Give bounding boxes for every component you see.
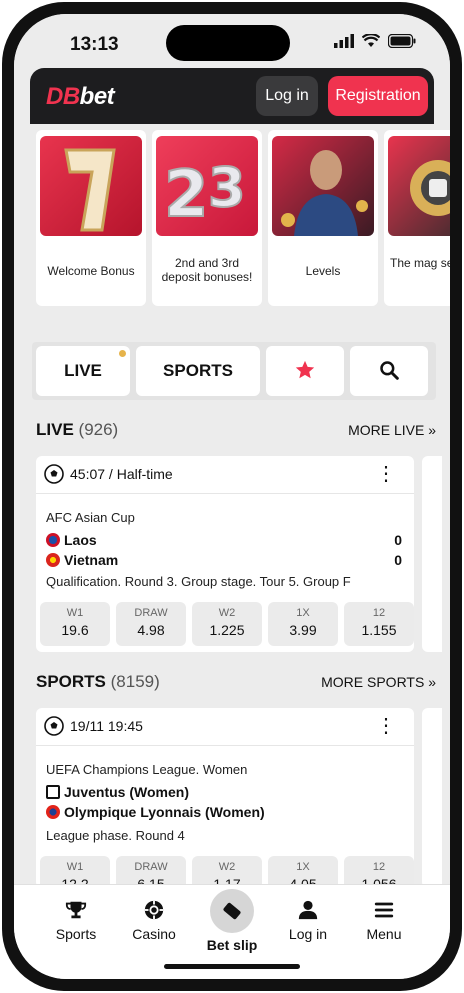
promo-caption: The mag sev <box>390 256 450 270</box>
bet-slip-icon-circle[interactable] <box>210 889 254 933</box>
odd-button[interactable]: DRAW 4.98 <box>116 602 186 646</box>
promo-caption: 2nd and 3rd deposit bonuses! <box>161 256 253 284</box>
promo-card[interactable]: The mag sev <box>384 130 450 306</box>
soccer-ball-icon <box>44 716 64 736</box>
team-logo-icon <box>46 805 60 819</box>
tab-search[interactable] <box>350 346 428 396</box>
event-league: UEFA Champions League. Women <box>46 762 248 777</box>
promo-card[interactable]: 2 3 2nd and 3rd deposit bonuses! <box>152 130 262 306</box>
main-tabs: LIVE SPORTS <box>32 342 436 400</box>
sports-section-title: SPORTS (8159) <box>36 672 160 691</box>
next-event-card-peek[interactable] <box>422 456 442 652</box>
promo-image <box>272 136 374 236</box>
signal-icon <box>334 34 354 48</box>
team-home: Juventus (Women) <box>46 784 189 800</box>
nav-casino[interactable]: Casino <box>124 899 184 942</box>
more-sports-link[interactable]: MORE SPORTS » <box>321 674 436 690</box>
team-flag-icon <box>46 533 60 547</box>
status-time: 13:13 <box>70 34 119 55</box>
sports-event-card[interactable]: 19/11 19:45 ⋮ UEFA Champions League. Wom… <box>36 708 414 900</box>
svg-text:3: 3 <box>208 156 246 219</box>
phone-frame: 13:13 DBbet Log in Registration Welcome … <box>2 2 462 991</box>
dynamic-island <box>166 25 290 61</box>
team-away: Vietnam <box>46 552 118 568</box>
nav-sports[interactable]: Sports <box>46 899 106 942</box>
odd-button[interactable]: 1X 3.99 <box>268 602 338 646</box>
promo-carousel[interactable]: Welcome Bonus 2 3 2nd and 3rd deposit bo… <box>36 130 450 306</box>
event-stage: Qualification. Round 3. Group stage. Tou… <box>46 574 351 589</box>
odd-button[interactable]: W1 19.6 <box>40 602 110 646</box>
wifi-icon <box>362 34 380 47</box>
odd-button[interactable]: W2 1.225 <box>192 602 262 646</box>
score-home: 0 <box>394 532 402 548</box>
odd-button[interactable]: 12 1.155 <box>344 602 414 646</box>
team-home: Laos <box>46 532 97 548</box>
more-live-link[interactable]: MORE LIVE » <box>348 422 436 438</box>
search-icon <box>380 361 399 380</box>
nav-menu[interactable]: Menu <box>354 899 414 942</box>
event-header: 45:07 / Half-time ⋮ <box>36 456 414 494</box>
user-icon <box>298 900 318 920</box>
promo-image <box>388 136 450 236</box>
live-section-title: LIVE (926) <box>36 420 119 439</box>
status-bar: 13:13 <box>14 14 450 66</box>
score-away: 0 <box>394 552 402 568</box>
nav-login[interactable]: Log in <box>278 899 338 942</box>
soccer-ball-icon <box>44 464 64 484</box>
promo-card[interactable]: Levels <box>268 130 378 306</box>
event-datetime: 19/11 19:45 <box>70 718 143 734</box>
promo-card[interactable]: Welcome Bonus <box>36 130 146 306</box>
event-stage: League phase. Round 4 <box>46 828 185 843</box>
promo-image: 2 3 <box>156 136 258 236</box>
live-event-card[interactable]: 45:07 / Half-time ⋮ AFC Asian Cup Laos 0… <box>36 456 414 652</box>
double-chevron-right-icon: » <box>428 674 436 690</box>
more-options-icon[interactable]: ⋮ <box>376 464 396 484</box>
trophy-icon <box>65 901 87 919</box>
live-indicator-dot <box>119 350 126 357</box>
brand-logo[interactable]: DBbet <box>46 83 115 111</box>
battery-icon <box>388 34 416 48</box>
event-header: 19/11 19:45 ⋮ <box>36 708 414 746</box>
double-chevron-right-icon: » <box>428 422 436 438</box>
event-status: 45:07 / Half-time <box>70 466 173 482</box>
promo-caption: Levels <box>305 264 341 278</box>
tab-favorites[interactable] <box>266 346 344 396</box>
event-league: AFC Asian Cup <box>46 510 135 525</box>
odds-row: W1 19.6 DRAW 4.98 W2 1.225 1X 3.99 12 1.155 <box>40 602 414 646</box>
hamburger-menu-icon <box>374 902 394 918</box>
promo-caption: Welcome Bonus <box>47 264 135 278</box>
next-event-card-peek[interactable] <box>422 708 442 888</box>
promo-image <box>40 136 142 236</box>
team-flag-icon <box>46 553 60 567</box>
nav-bet-slip[interactable]: Bet slip <box>202 937 262 953</box>
home-indicator[interactable] <box>164 964 300 969</box>
screen: 13:13 DBbet Log in Registration Welcome … <box>14 14 450 979</box>
status-icons <box>334 34 416 48</box>
team-away: Olympique Lyonnais (Women) <box>46 804 265 820</box>
tab-live[interactable]: LIVE <box>36 346 130 396</box>
svg-text:2: 2 <box>164 158 209 232</box>
ticket-icon <box>223 902 241 920</box>
team-logo-icon <box>46 785 60 799</box>
app-header: DBbet Log in Registration <box>30 68 434 124</box>
registration-button[interactable]: Registration <box>328 76 428 116</box>
casino-chip-icon <box>144 900 164 920</box>
tab-sports[interactable]: SPORTS <box>136 346 260 396</box>
star-icon <box>295 360 315 379</box>
login-button[interactable]: Log in <box>256 76 318 116</box>
more-options-icon[interactable]: ⋮ <box>376 716 396 736</box>
